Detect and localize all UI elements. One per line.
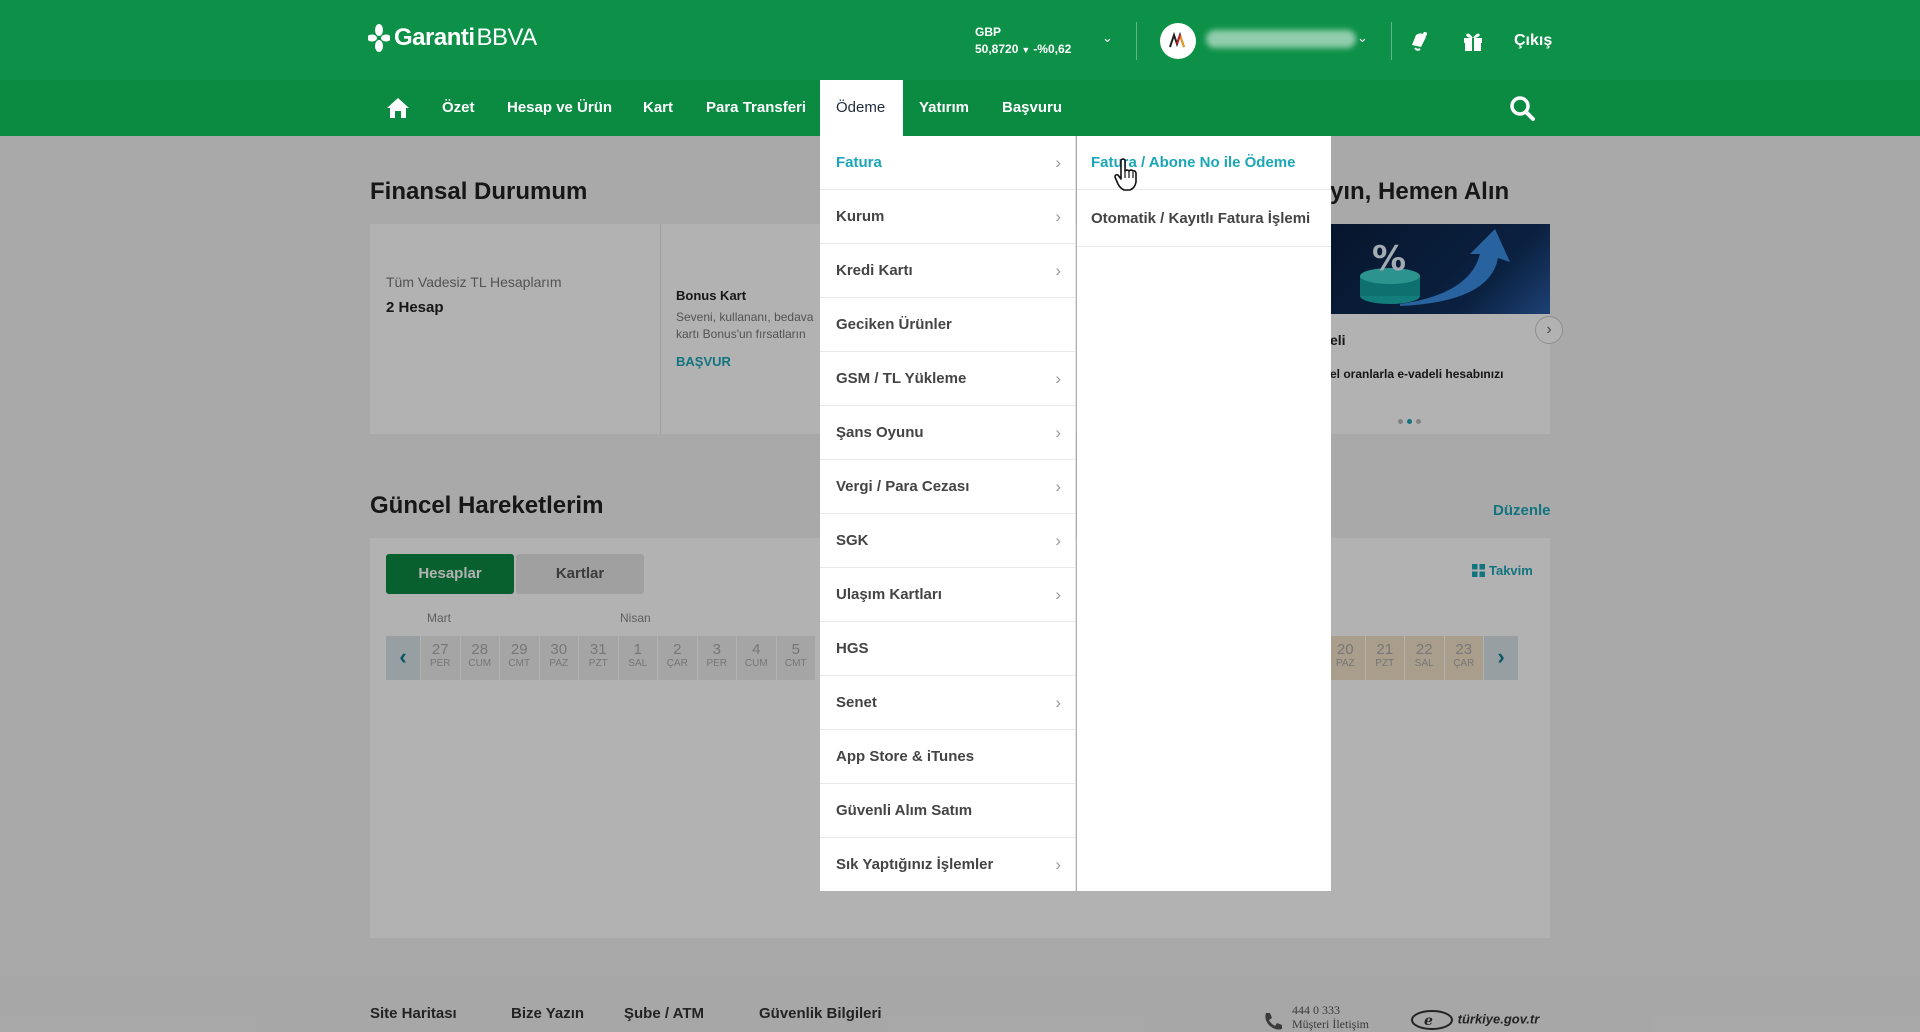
nav-item-para-transferi[interactable]: Para Transferi bbox=[706, 80, 806, 136]
menu-item-app-store-itunes[interactable]: App Store & iTunes bbox=[820, 730, 1075, 784]
menu-item-fatura[interactable]: Fatura › bbox=[820, 136, 1075, 190]
chevron-right-icon: › bbox=[1055, 261, 1061, 280]
notification-bell-icon[interactable] bbox=[1404, 26, 1434, 56]
hand-cursor-icon bbox=[1114, 158, 1137, 191]
nav-item-hesap-ve-urun[interactable]: Hesap ve Ürün bbox=[507, 80, 612, 136]
divider bbox=[1136, 22, 1137, 60]
nav-item-kart[interactable]: Kart bbox=[643, 80, 673, 136]
fx-currency: GBP bbox=[975, 25, 1002, 39]
garanti-bbva-logo[interactable]: Garanti BBVA bbox=[368, 24, 537, 52]
avatar[interactable] bbox=[1160, 23, 1196, 59]
menu-item-senet[interactable]: Senet › bbox=[820, 676, 1075, 730]
fx-widget[interactable]: GBP 50,8720 ▼ -%0,62 bbox=[975, 24, 1071, 59]
menu-item-sik-yaptiginiz-islemler[interactable]: Sık Yaptığınız İşlemler › bbox=[820, 838, 1075, 892]
fx-rate: 50,8720 bbox=[975, 42, 1019, 56]
menu-item-kredi-karti[interactable]: Kredi Kartı › bbox=[820, 244, 1075, 298]
chevron-right-icon: › bbox=[1055, 585, 1061, 604]
username-blurred[interactable] bbox=[1206, 30, 1356, 48]
fx-rate-line: 50,8720 ▼ -%0,62 bbox=[975, 41, 1071, 59]
chevron-right-icon: › bbox=[1055, 153, 1061, 172]
gift-icon[interactable] bbox=[1458, 26, 1488, 56]
chevron-down-icon[interactable]: ⌄ bbox=[1102, 30, 1113, 46]
menu-item-sans-oyunu[interactable]: Şans Oyunu › bbox=[820, 406, 1075, 460]
menu-item-guvenli-alim-satim[interactable]: Güvenli Alım Satım bbox=[820, 784, 1075, 838]
submenu-item-otomatik-kayitli-fatura[interactable]: Otomatik / Kayıtlı Fatura İşlemi bbox=[1077, 190, 1331, 247]
logo-suffix: BBVA bbox=[476, 24, 538, 51]
menu-item-sgk[interactable]: SGK › bbox=[820, 514, 1075, 568]
down-triangle-icon: ▼ bbox=[1021, 45, 1031, 55]
menu-item-ulasim-kartlari[interactable]: Ulaşım Kartları › bbox=[820, 568, 1075, 622]
fatura-submenu: Fatura / Abone No ile Ödeme Otomatik / K… bbox=[1077, 136, 1331, 891]
logout-button[interactable]: Çıkış bbox=[1514, 32, 1552, 50]
nav-item-yatirim[interactable]: Yatırım bbox=[919, 80, 969, 136]
chevron-right-icon: › bbox=[1055, 693, 1061, 712]
logo-text: Garanti bbox=[394, 24, 475, 51]
menu-item-vergi-para-cezasi[interactable]: Vergi / Para Cezası › bbox=[820, 460, 1075, 514]
home-icon[interactable] bbox=[384, 94, 412, 122]
menu-item-kurum[interactable]: Kurum › bbox=[820, 190, 1075, 244]
fx-change: -%0,62 bbox=[1033, 42, 1072, 56]
nav-item-ozet[interactable]: Özet bbox=[442, 80, 475, 136]
chevron-right-icon: › bbox=[1055, 477, 1061, 496]
nav-item-basvuru[interactable]: Başvuru bbox=[1002, 80, 1062, 136]
chevron-right-icon: › bbox=[1055, 369, 1061, 388]
chevron-right-icon: › bbox=[1055, 207, 1061, 226]
main-nav: Özet Hesap ve Ürün Kart Para Transferi Ö… bbox=[0, 80, 1920, 136]
nav-item-odeme[interactable]: Ödeme bbox=[820, 80, 903, 136]
chevron-down-icon[interactable]: ⌄ bbox=[1357, 30, 1368, 46]
user-logo-icon bbox=[1169, 31, 1185, 48]
menu-item-gsm-tl-yukleme[interactable]: GSM / TL Yükleme › bbox=[820, 352, 1075, 406]
menu-item-hgs[interactable]: HGS bbox=[820, 622, 1075, 676]
chevron-right-icon: › bbox=[1055, 423, 1061, 442]
menu-item-geciken-urunler[interactable]: Geciken Ürünler bbox=[820, 298, 1075, 352]
odeme-menu: Fatura › Kurum › Kredi Kartı › Geciken Ürün… bbox=[820, 136, 1076, 891]
clover-icon bbox=[368, 24, 390, 52]
chevron-right-icon: › bbox=[1055, 855, 1061, 874]
search-icon[interactable] bbox=[1508, 94, 1536, 122]
divider bbox=[1391, 22, 1392, 60]
chevron-right-icon: › bbox=[1055, 531, 1061, 550]
top-bar: Garanti BBVA GBP 50,8720 ▼ -%0,62 ⌄ ⌄ Çıkı… bbox=[0, 0, 1920, 80]
